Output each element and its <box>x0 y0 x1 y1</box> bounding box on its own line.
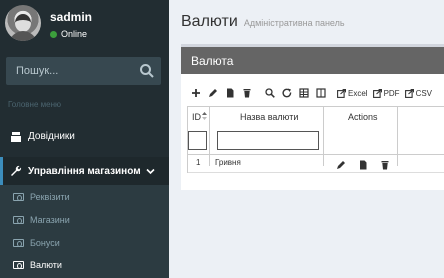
user-status-label: Online <box>61 29 88 39</box>
sidebar-subitem-label: Валюти <box>30 260 62 270</box>
edit-icon[interactable] <box>336 157 346 169</box>
export-icon <box>404 88 414 98</box>
sidebar-subitem-requisites[interactable]: Реквізити <box>0 186 169 208</box>
add-icon[interactable] <box>189 86 203 100</box>
export-icon <box>372 88 382 98</box>
money-icon <box>13 193 24 201</box>
export-csv-button[interactable]: CSV <box>404 88 433 98</box>
export-excel-button[interactable]: Excel <box>337 88 368 98</box>
refresh-icon[interactable] <box>280 86 294 100</box>
sidebar-subitem-stores[interactable]: Магазини <box>0 209 169 231</box>
filter-id-input[interactable] <box>188 131 207 150</box>
user-panel: sadmin Online <box>0 0 169 48</box>
money-icon <box>13 261 24 269</box>
sidebar-subitem-label: Реквізити <box>30 192 70 202</box>
sidebar-subitem-label: Магазини <box>30 215 70 225</box>
search-input[interactable] <box>6 57 131 85</box>
sidebar-search <box>6 57 161 85</box>
currency-grid: ID Назва валюти Actions 1 Гривня <box>187 106 444 173</box>
sort-icon <box>202 112 207 120</box>
cell-id: 1 <box>196 158 201 167</box>
columns-icon[interactable] <box>297 86 311 100</box>
money-icon <box>13 239 24 247</box>
view-icon[interactable] <box>223 86 237 100</box>
page-title: Валюти <box>181 13 238 30</box>
export-icon <box>337 88 346 98</box>
sidebar-subitem-bonuses[interactable]: Бонуси <box>0 232 169 254</box>
box-title: Валюта <box>191 54 234 68</box>
export-csv-label: CSV <box>415 88 433 98</box>
grid-toolbar: Excel PDF CSV <box>189 85 437 101</box>
store-management-submenu: Реквізити Магазини Бонуси Валюти <box>0 185 169 278</box>
book-icon <box>10 130 22 142</box>
wrench-icon <box>10 165 22 177</box>
box-header: Валюта <box>181 47 444 74</box>
money-icon <box>13 216 24 224</box>
export-pdf-label: PDF <box>383 88 400 98</box>
sidebar-item-store-management[interactable]: Управління магазином <box>0 157 169 185</box>
sidebar-item-references[interactable]: Довідники <box>0 122 169 150</box>
column-header-actions: Actions <box>348 112 378 122</box>
online-dot-icon <box>50 30 57 38</box>
column-header-name[interactable]: Назва валюти <box>240 112 298 122</box>
currency-box: Валюта Excel PDF CSV ID Назва валюти Act… <box>181 44 444 190</box>
sidebar-subitem-currencies[interactable]: Валюти <box>0 254 169 276</box>
user-name: sadmin <box>50 10 93 24</box>
trash-icon[interactable] <box>380 157 390 170</box>
sidebar: sadmin Online Головне меню Довідники Упр… <box>0 0 169 278</box>
content-header: Валюти Адміністративна панель <box>181 13 345 31</box>
cell-name: Гривня <box>215 158 241 167</box>
column-header-id[interactable]: ID <box>192 112 207 122</box>
sidebar-section-header: Головне меню <box>8 100 61 109</box>
user-status: Online <box>50 29 87 39</box>
sidebar-item-label: Управління магазином <box>28 165 141 177</box>
edit-icon[interactable] <box>206 86 220 100</box>
search-icon[interactable] <box>263 86 277 100</box>
sidebar-subitem-label: Бонуси <box>30 238 60 248</box>
export-excel-label: Excel <box>348 88 368 98</box>
search-icon[interactable] <box>139 63 155 79</box>
grid-icon[interactable] <box>314 86 328 100</box>
trash-icon[interactable] <box>240 86 254 100</box>
view-icon[interactable] <box>358 157 368 170</box>
sidebar-item-label: Довідники <box>28 130 75 142</box>
page-subtitle: Адміністративна панель <box>243 18 345 28</box>
export-pdf-button[interactable]: PDF <box>372 88 400 98</box>
chevron-down-icon <box>146 167 155 178</box>
avatar <box>5 5 41 41</box>
filter-name-input[interactable] <box>217 131 319 150</box>
